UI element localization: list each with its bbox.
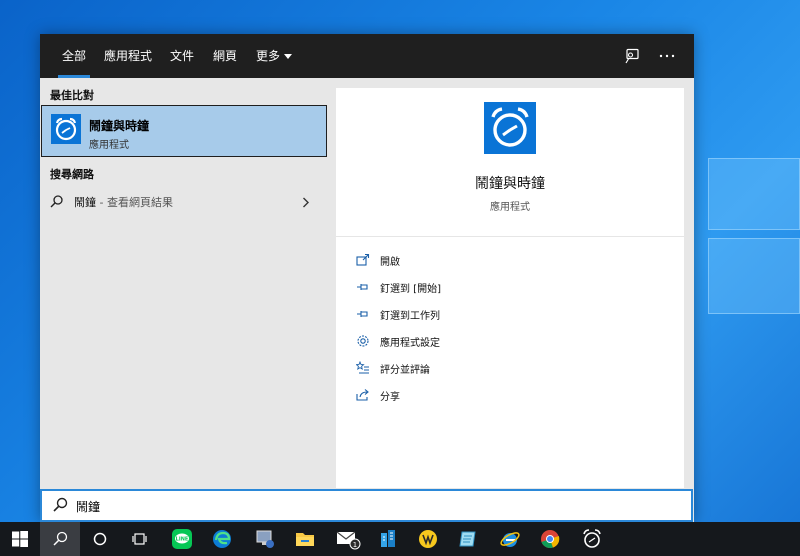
pin-icon [356,280,370,294]
edge-icon [213,530,231,548]
tab-web[interactable]: 網頁 [213,34,237,78]
gear-icon [356,334,370,348]
taskbar: LINE 1 [0,522,800,556]
task-view-button[interactable] [120,522,160,556]
web-query-suffix: - 查看網頁結果 [96,196,173,209]
search-box[interactable] [40,489,693,522]
best-match-result[interactable]: 鬧鐘與時鐘 應用程式 [41,105,327,157]
mail-icon: 1 [336,531,361,550]
taskbar-chrome[interactable] [530,522,570,556]
open-icon [356,253,370,267]
star-list-icon [355,360,370,375]
divider [336,236,684,237]
web-query-text: 鬧鐘 [74,196,96,209]
detail-pane: 鬧鐘與時鐘 應用程式 開啟 釘選到 [開始] 釘選到工作列 應用程式設定 評分並… [336,88,684,488]
cortana-button[interactable] [80,522,120,556]
alarms-clock-app-icon-large [484,102,536,154]
best-match-subtitle: 應用程式 [89,140,129,151]
taskbar-network-admin[interactable] [245,522,285,556]
action-share[interactable]: 分享 [356,387,656,407]
tab-apps[interactable]: 應用程式 [104,34,152,78]
svg-text:LINE: LINE [176,537,189,543]
taskbar-yahoo-kimo[interactable] [408,522,448,556]
search-scope-bar: 全部 應用程式 文件 網頁 更多 [40,34,694,78]
web-search-heading: 搜尋網路 [50,168,94,181]
detail-title: 鬧鐘與時鐘 [475,176,545,192]
action-rate-review[interactable]: 評分並評論 [355,360,656,380]
tab-documents[interactable]: 文件 [170,34,194,78]
alarms-clock-app-icon [51,114,81,144]
search-input[interactable] [76,496,476,516]
task-view-icon [132,533,147,545]
desktop-logo-pane-bottom [708,238,800,314]
action-pin-taskbar[interactable]: 釘選到工作列 [356,306,656,326]
chevron-down-icon [284,54,293,59]
pin-icon [356,307,370,321]
detail-subtitle: 應用程式 [490,202,530,213]
search-icon [50,195,63,208]
taskbar-internet-explorer[interactable] [490,522,530,556]
search-icon [53,531,68,546]
action-pin-start[interactable]: 釘選到 [開始] [356,279,656,299]
action-app-settings[interactable]: 應用程式設定 [356,333,656,353]
network-admin-icon [256,530,274,548]
results-list: 最佳比對 鬧鐘與時鐘 應用程式 搜尋網路 鬧鐘 - 查看網頁結果 [40,78,336,488]
cortana-icon [93,532,107,546]
mail-badge-count: 1 [353,541,357,549]
share-icon [356,388,370,402]
taskbar-line[interactable]: LINE [162,522,202,556]
start-icon [12,531,28,547]
taskbar-edge[interactable] [202,522,242,556]
taskbar-file-explorer[interactable] [285,522,325,556]
file-explorer-icon [296,533,314,546]
search-button[interactable] [40,522,80,556]
chrome-icon [541,530,560,549]
yahoo-kimo-icon [419,530,437,548]
action-open[interactable]: 開啟 [356,252,656,272]
start-search-panel: 全部 應用程式 文件 網頁 更多 最佳比對 鬧鐘與時鐘 應用程式 搜尋網路 鬧鐘… [40,34,694,522]
start-button[interactable] [0,522,40,556]
feedback-icon[interactable] [622,46,642,66]
ie-icon [500,532,520,547]
more-options-icon[interactable] [657,46,677,66]
chevron-right-icon[interactable] [302,197,310,208]
best-match-heading: 最佳比對 [50,89,94,102]
taskbar-notepad[interactable] [448,522,488,556]
taskbar-building-app[interactable] [368,522,408,556]
taskbar-mail[interactable]: 1 [328,522,368,556]
best-match-title: 鬧鐘與時鐘 [89,119,150,133]
taskbar-alarms-clock[interactable] [572,522,612,556]
web-search-result[interactable]: 鬧鐘 - 查看網頁結果 [40,190,328,214]
building-icon [381,530,395,547]
alarms-icon [583,529,601,548]
tab-more[interactable]: 更多 [256,34,293,78]
search-icon [53,497,68,512]
line-icon: LINE [172,529,192,549]
desktop-logo-pane-top [708,158,800,230]
tab-all[interactable]: 全部 [58,34,91,78]
notepad-icon [459,531,476,547]
